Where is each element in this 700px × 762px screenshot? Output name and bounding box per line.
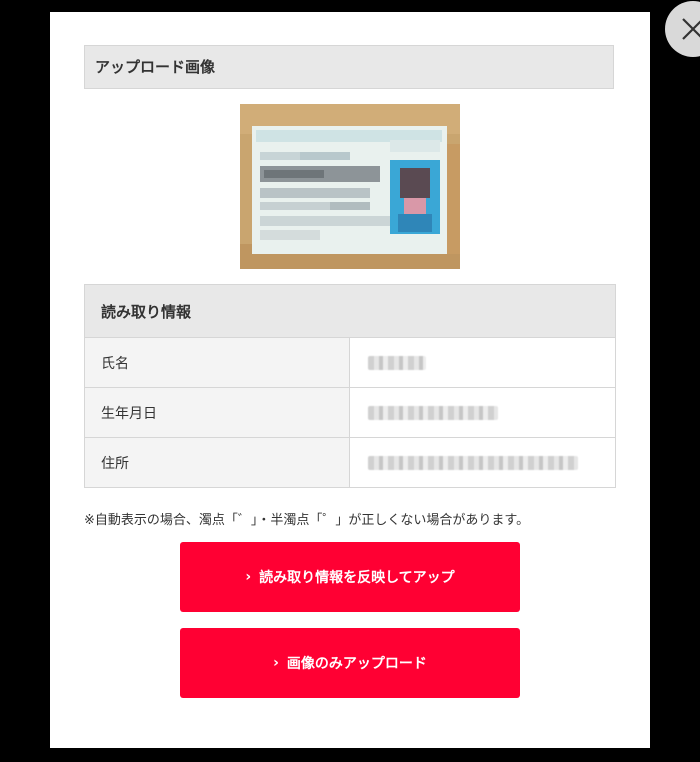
chevron-right-icon: › <box>245 569 252 585</box>
birthdate-value-redacted <box>349 387 616 438</box>
upload-image-heading: アップロード画像 <box>84 45 614 89</box>
name-value-redacted <box>349 337 616 388</box>
upload-image-only-button[interactable]: › 画像のみアップロード <box>180 628 520 698</box>
dakuten-note: ※自動表示の場合、濁点「゛」・半濁点「゜」が正しくない場合があります。 <box>84 513 530 528</box>
id-card-pixelated-image <box>240 104 460 269</box>
address-label: 住所 <box>84 437 350 488</box>
birthdate-label: 生年月日 <box>84 387 350 438</box>
read-info-table: 読み取り情報 氏名 生年月日 住所 <box>84 284 616 488</box>
address-value-redacted <box>349 437 616 488</box>
apply-read-info-button[interactable]: › 読み取り情報を反映してアップ <box>180 542 520 612</box>
name-label: 氏名 <box>84 337 350 388</box>
close-button[interactable] <box>665 1 700 57</box>
table-row: 住所 <box>84 437 616 488</box>
upload-image-only-label: 画像のみアップロード <box>286 656 427 672</box>
table-row: 氏名 <box>84 337 616 388</box>
read-info-heading: 読み取り情報 <box>84 284 616 338</box>
chevron-right-icon: › <box>273 655 279 671</box>
uploaded-id-card-image <box>240 104 460 269</box>
upload-modal: アップロード画像 読み取り情報 氏名 生年月日 住所 ※自動表示の場合、濁点「゛… <box>50 1 700 748</box>
table-row: 生年月日 <box>84 387 616 438</box>
close-x-icon <box>682 18 700 40</box>
apply-read-info-label: 読み取り情報を反映してアップ <box>259 570 455 586</box>
